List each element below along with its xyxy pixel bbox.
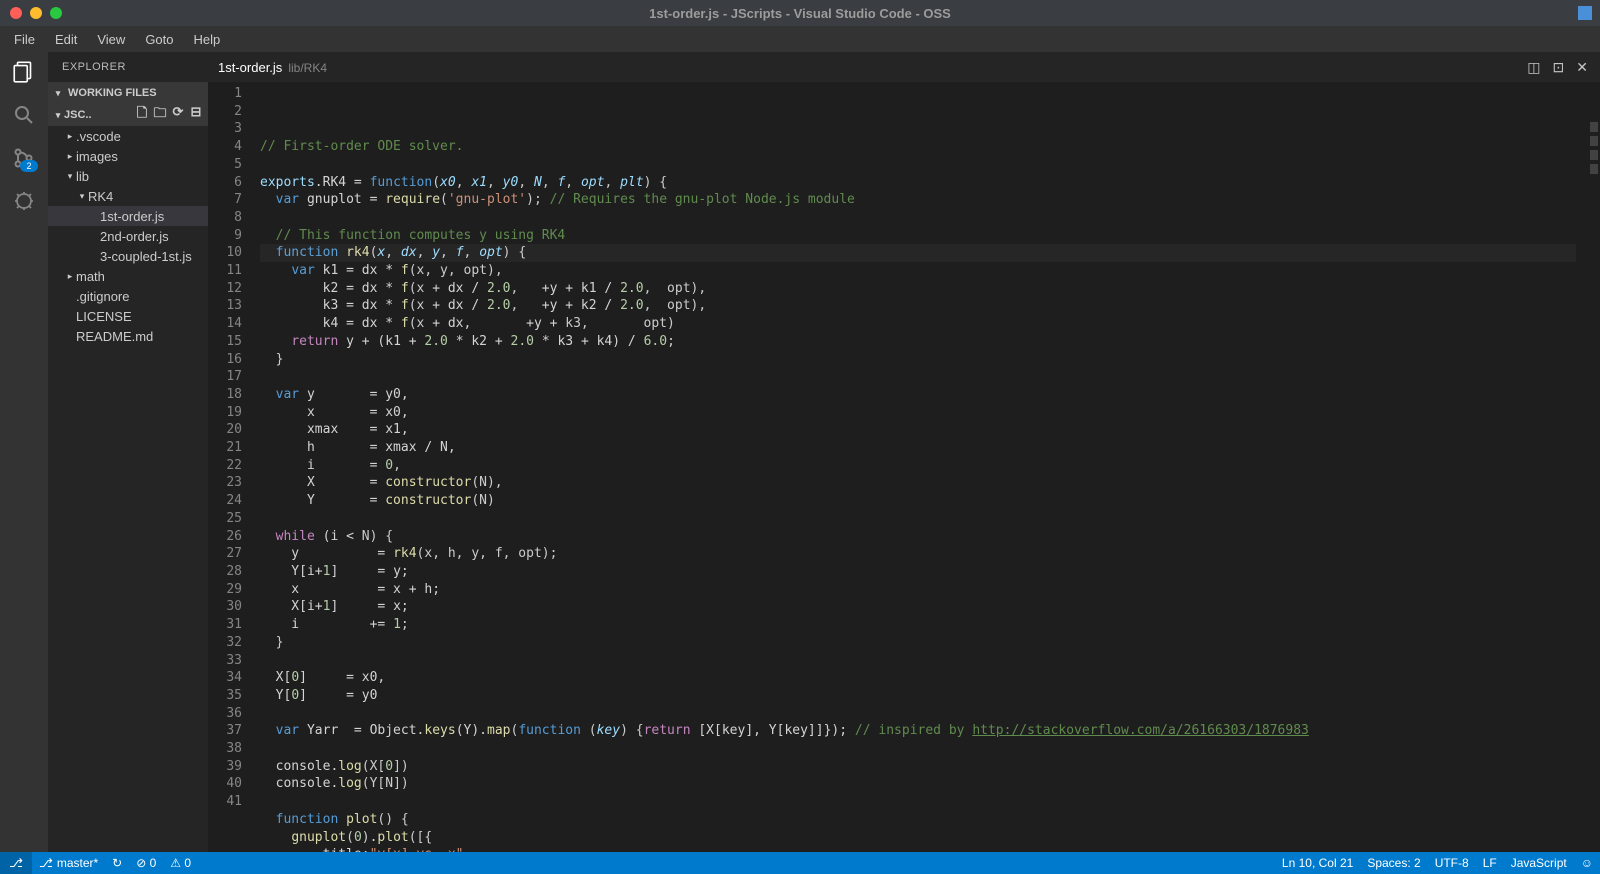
indentation[interactable]: Spaces: 2 (1360, 852, 1427, 874)
more-actions-icon[interactable]: ⊡ (1553, 59, 1565, 76)
minimize-window-icon[interactable] (30, 7, 42, 19)
encoding[interactable]: UTF-8 (1428, 852, 1476, 874)
git-sync[interactable]: ↻ (105, 852, 129, 874)
window-title: 1st-order.js - JScripts - Visual Studio … (649, 6, 951, 21)
split-editor-icon[interactable]: ◫ (1527, 59, 1540, 76)
remote-indicator[interactable]: ⎇ (0, 852, 32, 874)
new-folder-icon[interactable]: 🗀 (152, 104, 168, 126)
scm-badge: 2 (20, 160, 38, 172)
language-mode[interactable]: JavaScript (1504, 852, 1574, 874)
tree-item[interactable]: ▾lib (48, 166, 208, 186)
tab-path: lib/RK4 (288, 61, 327, 75)
os-right-indicator (1578, 6, 1592, 20)
working-files-header[interactable]: ▾WORKING FILES (48, 82, 208, 104)
tree-item[interactable]: ▸math (48, 266, 208, 286)
window-controls (0, 7, 62, 19)
tab-filename: 1st-order.js (218, 60, 282, 75)
new-file-icon[interactable]: 🗋 (134, 104, 150, 126)
eol[interactable]: LF (1476, 852, 1504, 874)
code-editor[interactable]: 1234567891011121314151617181920212223242… (208, 82, 1600, 852)
minimap[interactable] (1586, 82, 1600, 852)
line-gutter: 1234567891011121314151617181920212223242… (208, 82, 260, 852)
source-control-icon[interactable]: 2 (10, 144, 38, 172)
os-title-bar: 1st-order.js - JScripts - Visual Studio … (0, 0, 1600, 26)
tree-item[interactable]: README.md (48, 326, 208, 346)
menu-view[interactable]: View (89, 29, 133, 50)
tree-item[interactable]: LICENSE (48, 306, 208, 326)
close-editor-icon[interactable]: ✕ (1576, 59, 1588, 76)
cursor-position[interactable]: Ln 10, Col 21 (1275, 852, 1360, 874)
menu-bar: FileEditViewGotoHelp (0, 26, 1600, 52)
activity-bar: 2 (0, 52, 48, 852)
menu-goto[interactable]: Goto (137, 29, 181, 50)
root-folder-header[interactable]: ▾JSC.. 🗋 🗀 ⟳ ⊟ (48, 104, 208, 126)
debug-icon[interactable] (10, 187, 38, 215)
warnings-count[interactable]: ⚠ 0 (163, 852, 198, 874)
feedback-icon[interactable]: ☺ (1574, 852, 1600, 874)
zoom-window-icon[interactable] (50, 7, 62, 19)
code-content[interactable]: // First-order ODE solver. exports.RK4 =… (260, 82, 1586, 852)
editor-tabs: 1st-order.js lib/RK4 ◫ ⊡ ✕ (208, 52, 1600, 82)
tree-item[interactable]: 2nd-order.js (48, 226, 208, 246)
close-window-icon[interactable] (10, 7, 22, 19)
sidebar: EXPLORER ▾WORKING FILES ▾JSC.. 🗋 🗀 ⟳ ⊟ ▸… (48, 52, 208, 852)
explorer-icon[interactable] (10, 58, 38, 86)
refresh-icon[interactable]: ⟳ (170, 104, 186, 126)
file-tree: ▸.vscode▸images▾lib▾RK41st-order.js2nd-o… (48, 126, 208, 852)
menu-help[interactable]: Help (186, 29, 229, 50)
tree-item[interactable]: ▾RK4 (48, 186, 208, 206)
tree-item[interactable]: 3-coupled-1st.js (48, 246, 208, 266)
menu-edit[interactable]: Edit (47, 29, 85, 50)
errors-count[interactable]: ⊘ 0 (129, 852, 163, 874)
tab-1st-order[interactable]: 1st-order.js lib/RK4 (218, 60, 327, 75)
status-bar: ⎇ ⎇ master* ↻ ⊘ 0 ⚠ 0 Ln 10, Col 21 Spac… (0, 852, 1600, 874)
tree-item[interactable]: 1st-order.js (48, 206, 208, 226)
tree-item[interactable]: .gitignore (48, 286, 208, 306)
menu-file[interactable]: File (6, 29, 43, 50)
git-branch[interactable]: ⎇ master* (32, 852, 105, 874)
editor-group: 1st-order.js lib/RK4 ◫ ⊡ ✕ 1234567891011… (208, 52, 1600, 852)
tree-item[interactable]: ▸images (48, 146, 208, 166)
sidebar-title: EXPLORER (48, 52, 208, 82)
collapse-all-icon[interactable]: ⊟ (188, 104, 204, 126)
search-icon[interactable] (10, 101, 38, 129)
tree-item[interactable]: ▸.vscode (48, 126, 208, 146)
